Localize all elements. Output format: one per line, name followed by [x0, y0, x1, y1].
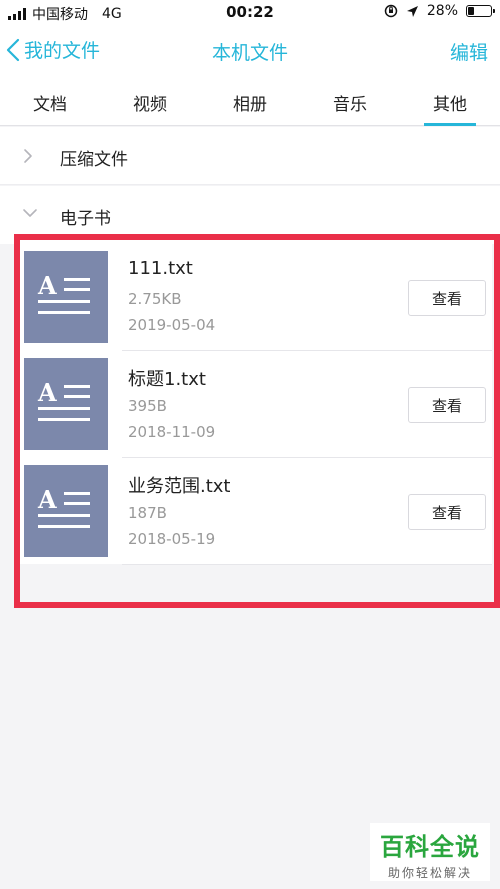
file-item[interactable]: A 111.txt 2.75KB 2019-05-04 查看 — [18, 244, 492, 351]
battery-icon — [466, 5, 495, 17]
category-tabs: 文档 视频 相册 音乐 其他 — [0, 76, 500, 126]
file-date: 2019-05-04 — [128, 316, 216, 334]
file-size: 395B — [128, 397, 167, 415]
file-date: 2018-05-19 — [128, 530, 216, 548]
text-file-icon: A — [24, 358, 108, 450]
orientation-lock-icon — [384, 4, 398, 18]
view-button[interactable]: 查看 — [408, 280, 486, 316]
file-item[interactable]: A 标题1.txt 395B 2018-11-09 查看 — [18, 351, 492, 458]
tab-music[interactable]: 音乐 — [300, 76, 400, 125]
status-bar: 中国移动 4G 00:22 28% — [0, 0, 500, 26]
page-title: 本机文件 — [211, 42, 288, 64]
status-right: 28% — [384, 3, 495, 19]
text-file-icon: A — [24, 465, 108, 557]
folder-archives[interactable]: 压缩文件 — [0, 127, 500, 185]
watermark-title: 百科全说 — [380, 833, 480, 861]
edit-button[interactable]: 编辑 — [450, 38, 488, 65]
folder-label: 压缩文件 — [60, 150, 128, 170]
tab-other[interactable]: 其他 — [400, 76, 500, 126]
watermark-subtitle: 助你轻松解决 — [387, 866, 472, 880]
file-size: 2.75KB — [128, 290, 182, 308]
chevron-right-icon — [24, 149, 32, 163]
watermark: 百科全说 助你轻松解决 — [370, 823, 490, 881]
thumb-letter: A — [38, 378, 57, 407]
battery-percent: 28% — [426, 3, 458, 19]
view-button[interactable]: 查看 — [408, 387, 486, 423]
text-file-icon: A — [24, 251, 108, 343]
tab-documents[interactable]: 文档 — [0, 76, 100, 125]
nav-bar: 我的文件 本机文件 编辑 — [0, 26, 500, 76]
file-list: A 111.txt 2.75KB 2019-05-04 查看 A 标题1.txt… — [18, 244, 492, 565]
file-date: 2018-11-09 — [128, 423, 216, 441]
file-size: 187B — [128, 504, 167, 522]
file-name: 标题1.txt — [128, 369, 206, 390]
tab-videos[interactable]: 视频 — [100, 76, 200, 125]
tab-albums[interactable]: 相册 — [200, 76, 300, 125]
file-name: 111.txt — [128, 258, 193, 279]
location-icon — [406, 5, 418, 17]
divider — [122, 564, 492, 565]
chevron-down-icon — [23, 209, 37, 217]
file-item[interactable]: A 业务范围.txt 187B 2018-05-19 查看 — [18, 458, 492, 565]
thumb-letter: A — [38, 485, 57, 514]
folder-label: 电子书 — [60, 209, 111, 229]
file-name: 业务范围.txt — [128, 476, 231, 497]
folder-ebooks[interactable]: 电子书 — [0, 186, 500, 244]
thumb-letter: A — [38, 271, 57, 300]
view-button[interactable]: 查看 — [408, 494, 486, 530]
